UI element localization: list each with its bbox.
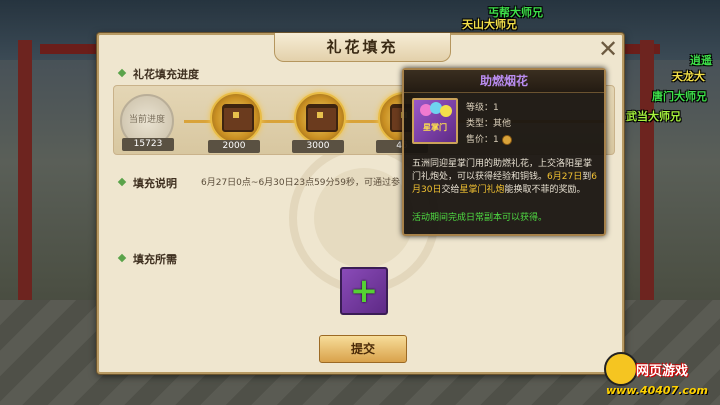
item-price: 售价：1 bbox=[466, 132, 512, 145]
item-source-note: 活动期间完成日常副本可以获得。 bbox=[412, 213, 548, 223]
item-price-text: 售价：1 bbox=[466, 135, 499, 145]
milestone-value: 2000 bbox=[208, 140, 260, 153]
item-description: 五洲同迎星掌门用的助燃礼花，上交洛阳星掌门礼炮处，可以获得经验和铜钱。6月27日… bbox=[412, 159, 597, 195]
desc-section-label: 填充说明 bbox=[133, 177, 177, 190]
player-name[interactable]: 武当大师兄 bbox=[626, 108, 681, 124]
dialog-title-plate: 礼花填充 bbox=[274, 33, 451, 62]
player-name[interactable]: 天山大师兄 bbox=[462, 16, 517, 32]
progress-section-label: 礼花填充进度 bbox=[133, 68, 199, 81]
required-section-label: 填充所需 bbox=[133, 253, 177, 266]
close-icon[interactable]: ✕ bbox=[597, 37, 619, 61]
item-level: 等级：1 bbox=[466, 103, 499, 113]
submit-button[interactable]: 提交 bbox=[319, 335, 407, 363]
current-progress-value: 15723 bbox=[122, 138, 174, 151]
item-type: 类型：其他 bbox=[466, 119, 512, 129]
reward-chest-icon[interactable] bbox=[294, 92, 346, 144]
site-url: www.40407.com bbox=[606, 384, 708, 397]
required-item-slot[interactable]: + bbox=[340, 267, 388, 315]
tooltip-title: 助燃烟花 bbox=[479, 74, 528, 88]
site-logo-icon bbox=[604, 352, 638, 386]
tooltip-title-bar: 助燃烟花 bbox=[404, 70, 604, 93]
item-tooltip: 助燃烟花 星掌门 等级：1 类型：其他 售价：1 五洲同迎星掌门用的助燃礼花，上… bbox=[402, 68, 606, 236]
current-progress-label: 当前进度 bbox=[128, 115, 165, 125]
fill-description: 6月27日0点~6月30日23点59分59秒，可通过参 bbox=[201, 178, 400, 188]
firework-item-icon: 星掌门 bbox=[412, 98, 458, 144]
reward-chest-icon[interactable] bbox=[210, 92, 262, 144]
player-name[interactable]: 天龙大 bbox=[672, 68, 705, 84]
player-name[interactable]: 逍遥 bbox=[690, 52, 712, 68]
section-bullet-icon bbox=[117, 253, 127, 263]
section-bullet-icon bbox=[117, 177, 127, 187]
milestone-value: 3000 bbox=[292, 140, 344, 153]
section-bullet-icon bbox=[117, 68, 127, 78]
site-brand: 网页游戏 bbox=[636, 364, 689, 379]
item-icon-label: 星掌门 bbox=[423, 123, 447, 132]
balloon-icon bbox=[440, 105, 452, 117]
add-icon: + bbox=[349, 271, 379, 311]
player-name[interactable]: 唐门大师兄 bbox=[652, 88, 707, 104]
coin-icon bbox=[501, 134, 512, 145]
dialog-title: 礼花填充 bbox=[326, 38, 399, 56]
